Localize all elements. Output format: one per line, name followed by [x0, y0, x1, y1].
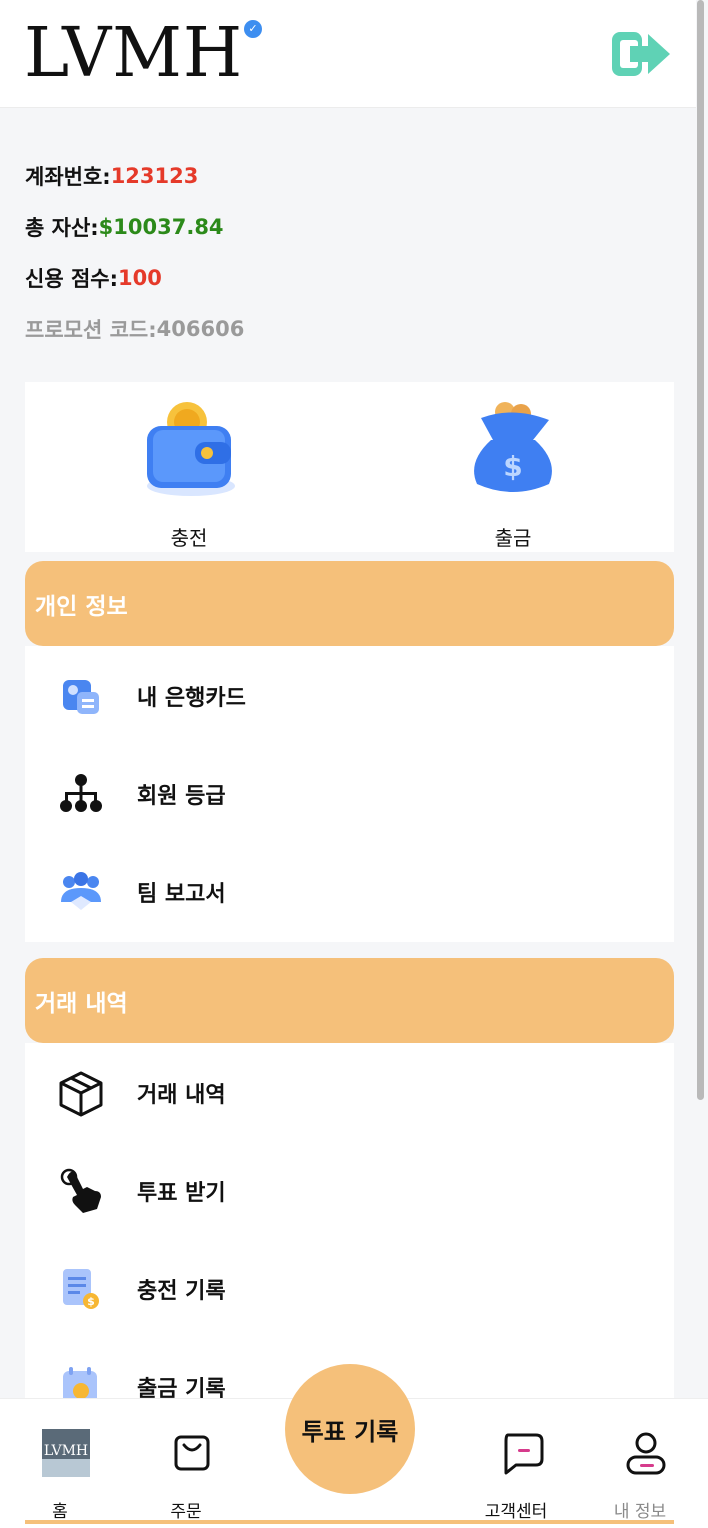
list-item-receive-vote[interactable]: 투표 받기 [25, 1141, 674, 1239]
bottom-accent-line [25, 1520, 674, 1524]
recharge-doc-icon: $ [63, 1269, 99, 1309]
wallet-icon [147, 402, 235, 496]
account-number-label: 계좌번호: [25, 164, 111, 189]
list-item-team-report[interactable]: 팀 보고서 [25, 842, 674, 940]
tab-profile[interactable]: 내 정보 [590, 1399, 690, 1522]
list-item-membership[interactable]: 회원 등급 [25, 744, 674, 842]
credit-score-label: 신용 점수: [25, 266, 118, 291]
transactions-list: 거래 내역 투표 받기 $ 충전 기록 출금 기록 [25, 1043, 674, 1405]
vote-records-button[interactable]: 투표 기록 [285, 1364, 415, 1494]
account-summary: 계좌번호: 123123 총 자산: $10037.84 신용 점수: 100 … [25, 150, 244, 354]
tab-home-label: 홈 [52, 1502, 68, 1522]
bank-card-label: 내 은행카드 [137, 686, 246, 711]
promo-code-value: 406606 [156, 316, 245, 341]
brand-logo[interactable]: LVMH [24, 20, 243, 88]
account-number-row: 계좌번호: 123123 [25, 150, 244, 201]
user-profile-icon [626, 1432, 666, 1475]
total-assets-row: 총 자산: $10037.84 [25, 201, 244, 252]
personal-info-header: 개인 정보 [25, 561, 674, 646]
tab-support-label: 고객센터 [484, 1502, 548, 1522]
list-item-transaction-history[interactable]: 거래 내역 [25, 1043, 674, 1141]
logout-icon[interactable] [608, 26, 672, 82]
scrollbar[interactable] [697, 0, 704, 1100]
top-header: LVMH ✓ [0, 0, 696, 108]
transactions-header: 거래 내역 [25, 958, 674, 1043]
total-assets-value: $10037.84 [98, 214, 224, 239]
personal-info-title: 개인 정보 [35, 594, 128, 620]
withdraw-button[interactable]: $ 출금 [443, 400, 583, 550]
shopping-bag-icon [174, 1435, 210, 1471]
promo-code-label: 프로모션 코드: [25, 317, 157, 342]
credit-score-row: 신용 점수: 100 [25, 252, 244, 303]
recharge-label: 충전 [170, 526, 208, 550]
personal-info-list: 내 은행카드 회원 등급 팀 보고서 [25, 646, 674, 942]
tab-orders[interactable]: 주문 [136, 1399, 236, 1522]
tab-support[interactable]: 고객센터 [466, 1399, 566, 1522]
list-item-bank-card[interactable]: 내 은행카드 [25, 646, 674, 744]
membership-label: 회원 등급 [137, 784, 226, 809]
bank-card-icon [63, 680, 99, 714]
team-report-label: 팀 보고서 [137, 882, 226, 907]
tab-profile-label: 내 정보 [613, 1502, 667, 1522]
account-number-value: 123123 [110, 163, 199, 188]
verified-badge-icon: ✓ [244, 20, 262, 38]
svg-text:LVMH: LVMH [44, 1443, 88, 1459]
transaction-history-label: 거래 내역 [137, 1083, 226, 1108]
vote-records-label: 투표 기록 [301, 1418, 399, 1446]
home-logo-icon: LVMH [42, 1429, 90, 1477]
tab-home[interactable]: LVMH 홈 [10, 1399, 110, 1522]
chat-bubble-icon [504, 1433, 544, 1475]
svg-text:$: $ [503, 450, 522, 483]
box-icon [59, 1071, 103, 1117]
recharge-records-label: 충전 기록 [137, 1279, 226, 1304]
receive-vote-label: 투표 받기 [137, 1181, 226, 1206]
withdraw-label: 출금 [494, 526, 532, 550]
list-item-recharge-records[interactable]: $ 충전 기록 [25, 1239, 674, 1337]
money-bag-icon: $ [474, 402, 552, 492]
promo-code-row: 프로모션 코드: 406606 [25, 303, 244, 354]
credit-score-value: 100 [118, 265, 162, 290]
recharge-button[interactable]: 충전 [119, 400, 259, 550]
wallet-actions: 충전 $ 출금 [25, 382, 674, 552]
tap-hand-icon [60, 1168, 101, 1213]
total-assets-label: 총 자산: [25, 215, 99, 240]
team-handshake-icon [61, 872, 101, 910]
org-chart-icon [60, 774, 102, 812]
svg-text:$: $ [87, 1295, 95, 1308]
tab-orders-label: 주문 [170, 1502, 202, 1522]
transactions-title: 거래 내역 [35, 991, 128, 1017]
